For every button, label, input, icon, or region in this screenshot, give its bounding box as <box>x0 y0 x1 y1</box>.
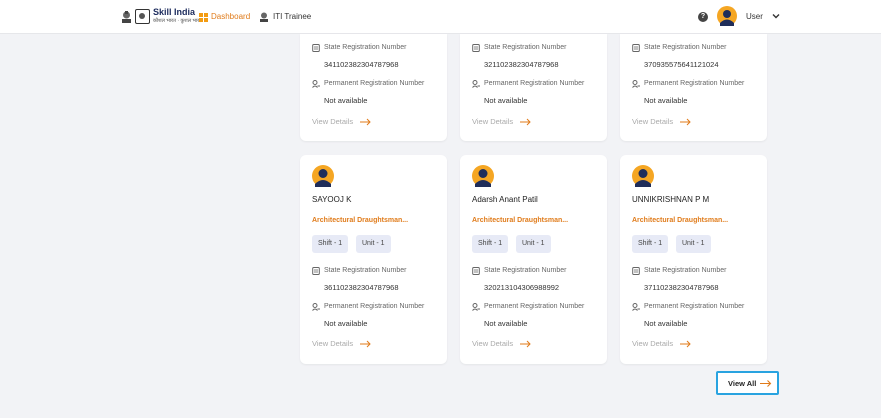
state-reg-value: 321102382304787968 <box>484 60 559 69</box>
view-all-label: View All <box>728 379 757 388</box>
person-key-icon <box>472 80 480 88</box>
emblem-icon <box>122 11 131 23</box>
trainee-name: Adarsh Anant Patil <box>472 195 538 204</box>
perm-reg-value: Not available <box>644 319 688 328</box>
trainee-card-top-1: State Registration Number 34110238230478… <box>300 34 447 141</box>
unit-chip: Unit - 1 <box>356 235 391 253</box>
user-avatar-icon <box>312 165 334 187</box>
document-icon <box>472 267 480 275</box>
document-icon <box>312 44 320 52</box>
person-key-icon <box>632 80 640 88</box>
state-reg-label: State Registration Number <box>324 267 407 274</box>
trainee-card: SAYOOJ K Architectural Draughtsman... Sh… <box>300 155 447 364</box>
state-reg-label: State Registration Number <box>484 267 567 274</box>
logo-text: Skill India <box>153 7 196 17</box>
view-details-link[interactable]: View Details <box>472 339 513 348</box>
user-avatar-icon <box>472 165 494 187</box>
state-reg-value: 341102382304787968 <box>324 60 399 69</box>
trainee-name: SAYOOJ K <box>312 195 352 204</box>
perm-reg-label: Permanent Registration Number <box>324 303 425 310</box>
trainee-card: UNNIKRISHNAN P M Architectural Draughtsm… <box>620 155 767 364</box>
perm-reg-value: Not available <box>644 96 688 105</box>
user-name[interactable]: User <box>746 12 763 21</box>
trainee-course: Architectural Draughtsman... <box>472 217 569 224</box>
view-details-link[interactable]: View Details <box>312 117 353 126</box>
arrow-right-icon[interactable] <box>520 340 532 348</box>
document-icon <box>472 44 480 52</box>
perm-reg-value: Not available <box>324 96 368 105</box>
arrow-right-icon[interactable] <box>680 118 692 126</box>
trainee-name: UNNIKRISHNAN P M <box>632 195 710 204</box>
chevron-down-icon[interactable] <box>772 12 780 20</box>
perm-reg-value: Not available <box>484 319 528 328</box>
view-all-button[interactable]: View All <box>716 371 779 395</box>
document-icon <box>632 44 640 52</box>
state-reg-value: 371102382304787968 <box>644 283 719 292</box>
trainee-course: Architectural Draughtsman... <box>312 217 409 224</box>
view-details-link[interactable]: View Details <box>632 117 673 126</box>
document-icon <box>632 267 640 275</box>
nav-iti-trainee-link[interactable]: ITI Trainee <box>273 12 311 21</box>
unit-chip: Unit - 1 <box>516 235 551 253</box>
shift-chip: Shift - 1 <box>312 235 349 253</box>
person-key-icon <box>632 303 640 311</box>
perm-reg-label: Permanent Registration Number <box>644 80 745 87</box>
dashboard-icon <box>199 13 208 22</box>
person-key-icon <box>472 303 480 311</box>
state-reg-label: State Registration Number <box>324 44 407 51</box>
unit-chip: Unit - 1 <box>676 235 711 253</box>
state-reg-value: 370935575641121024 <box>644 60 719 69</box>
state-reg-label: State Registration Number <box>644 44 727 51</box>
view-details-link[interactable]: View Details <box>632 339 673 348</box>
perm-reg-label: Permanent Registration Number <box>644 303 745 310</box>
arrow-right-icon <box>760 380 772 387</box>
trainee-card: Adarsh Anant Patil Architectural Draught… <box>460 155 607 364</box>
perm-reg-label: Permanent Registration Number <box>484 80 585 87</box>
trainee-card-top-3: State Registration Number 37093557564112… <box>620 34 767 141</box>
help-icon[interactable]: ? <box>698 12 708 22</box>
emblem-icon <box>260 12 268 22</box>
perm-reg-label: Permanent Registration Number <box>484 303 585 310</box>
skill-india-logo-icon <box>135 9 150 24</box>
perm-reg-value: Not available <box>484 96 528 105</box>
shift-chip: Shift - 1 <box>472 235 509 253</box>
state-reg-value: 361102382304787968 <box>324 283 399 292</box>
logo-subtext: कौशल भारत · कुशल भारत <box>153 18 203 24</box>
state-reg-label: State Registration Number <box>484 44 567 51</box>
nav-dashboard-link[interactable]: Dashboard <box>211 12 250 21</box>
perm-reg-value: Not available <box>324 319 368 328</box>
arrow-right-icon[interactable] <box>680 340 692 348</box>
user-avatar-icon <box>632 165 654 187</box>
person-key-icon <box>312 303 320 311</box>
trainee-course: Architectural Draughtsman... <box>632 217 729 224</box>
arrow-right-icon[interactable] <box>520 118 532 126</box>
document-icon <box>312 267 320 275</box>
perm-reg-label: Permanent Registration Number <box>324 80 425 87</box>
arrow-right-icon[interactable] <box>360 340 372 348</box>
state-reg-label: State Registration Number <box>644 267 727 274</box>
arrow-right-icon[interactable] <box>360 118 372 126</box>
person-key-icon <box>312 80 320 88</box>
trainee-card-top-2: State Registration Number 32110238230478… <box>460 34 607 141</box>
state-reg-value: 320213104306988992 <box>484 283 560 292</box>
view-details-link[interactable]: View Details <box>312 339 353 348</box>
view-details-link[interactable]: View Details <box>472 117 513 126</box>
user-avatar-icon[interactable] <box>717 6 737 26</box>
shift-chip: Shift - 1 <box>632 235 669 253</box>
top-bar: Skill India कौशल भारत · कुशल भारत Dashbo… <box>0 0 881 34</box>
